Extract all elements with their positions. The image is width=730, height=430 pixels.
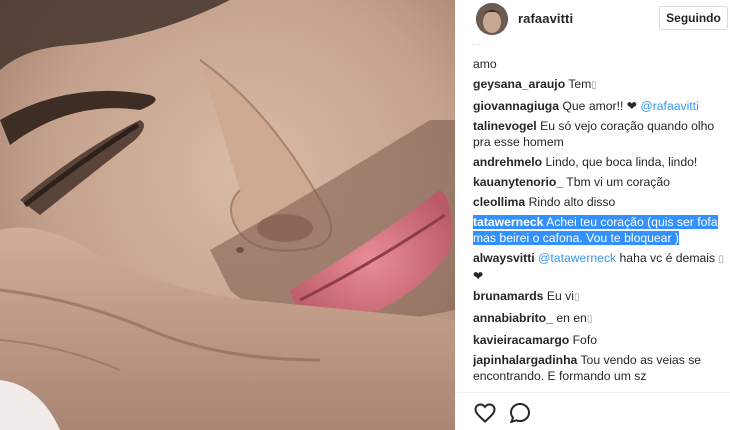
mention-link[interactable]: @tatawerneck — [538, 251, 616, 265]
comment-username[interactable]: japinhalargadinha — [473, 353, 577, 367]
comment-content: giovannagiuga Que amor!! ❤ @rafaavitti — [473, 99, 699, 113]
comment-content: talinevogel Eu só vejo coração quando ol… — [473, 119, 714, 149]
comment-item: kauanytenorio_ Tbm vi um coração — [473, 174, 728, 190]
missing-glyph-icon: ▯ — [718, 254, 724, 265]
comment-content: kauanytenorio_ Tbm vi um coração — [473, 175, 670, 189]
comment-text: Tem — [568, 77, 592, 91]
comment-username[interactable]: andrehmelo — [473, 155, 542, 169]
comment-item: kavieiracamargo Fofo — [473, 332, 728, 348]
mention-link[interactable]: @rafaavitti — [640, 99, 698, 113]
comment-item: alwaysvitti @tatawerneck haha vc é demai… — [473, 250, 728, 284]
comment-text: amo — [473, 57, 497, 71]
heart-icon-graphic — [474, 403, 496, 423]
avatar[interactable] — [476, 3, 508, 35]
heart-icon[interactable] — [473, 401, 497, 425]
comment-item: giovannagiuga Que amor!! ❤ @rafaavitti — [473, 98, 728, 114]
missing-glyph-icon: ▯ — [591, 80, 597, 91]
comment-content: kavieiracamargo Fofo — [473, 333, 597, 347]
comment-text: Fofo — [572, 333, 597, 347]
comment-text: haha vc é demais — [616, 251, 719, 265]
comment-content: amo — [473, 57, 497, 71]
comment-item: annabiabrito_ en en▯ — [473, 310, 728, 328]
comment-item: talinevogel Eu só vejo coração quando ol… — [473, 118, 728, 150]
comment-item: brunamards Eu vi▯ — [473, 288, 728, 306]
comment-username[interactable]: kavieiracamargo — [473, 333, 569, 347]
following-button[interactable]: Seguindo — [659, 6, 728, 30]
post-side-panel: rafaavitti Seguindo ᵢ ᵢ amo geysana_arauj… — [455, 0, 730, 430]
comment-icon-graphic — [509, 402, 531, 424]
comment-text: Eu vi — [546, 289, 574, 303]
comment-text: Tbm vi um coração — [566, 175, 670, 189]
missing-glyph-icon: ▯ — [573, 292, 580, 303]
post-photo[interactable] — [0, 0, 455, 430]
comment-item: japinhalargadinha Tou vendo as veias se … — [473, 352, 728, 384]
face-photo-image — [0, 0, 455, 430]
comment-content: brunamards Eu vi▯ — [473, 289, 579, 303]
comment-content: geysana_araujo Tem▯ — [473, 77, 597, 91]
comment-content: alwaysvitti @tatawerneck haha vc é demai… — [473, 251, 724, 283]
heart-emoji: ❤ — [473, 269, 484, 283]
instagram-post: rafaavitti Seguindo ᵢ ᵢ amo geysana_arauj… — [0, 0, 730, 430]
comment-text: Rindo alto disso — [528, 195, 616, 209]
comment-content: japinhalargadinha Tou vendo as veias se … — [473, 353, 701, 383]
comment-content: cleollima Rindo alto disso — [473, 195, 615, 209]
comment-item: tatawerneck Achei teu coração (quis ser … — [473, 214, 728, 246]
comment-text: Que amor!! ❤ — [562, 99, 641, 113]
missing-glyph-icon: ▯ — [586, 314, 593, 325]
post-header: rafaavitti Seguindo — [455, 0, 730, 42]
comment-icon[interactable] — [508, 401, 532, 425]
avatar-image — [476, 3, 508, 35]
comment-username[interactable]: cleollima — [473, 195, 525, 209]
comment-list: ᵢ ᵢ amogeysana_araujo Tem▯giovannagiuga … — [473, 42, 728, 388]
comment-username[interactable]: annabiabrito_ — [473, 311, 553, 325]
comment-text: en en — [556, 311, 587, 325]
action-bar — [455, 392, 730, 430]
comment-item: cleollima Rindo alto disso — [473, 194, 728, 210]
comment-username[interactable]: kauanytenorio_ — [473, 175, 563, 189]
comment-username[interactable]: brunamards — [473, 289, 543, 303]
comment-text: Lindo, que boca linda, lindo! — [545, 155, 698, 169]
comment-item: andrehmelo Lindo, que boca linda, lindo! — [473, 154, 728, 170]
comment-content: annabiabrito_ en en▯ — [473, 311, 592, 325]
comment-item: geysana_araujo Tem▯ — [473, 76, 728, 94]
comment-item: amo — [473, 56, 728, 72]
comment-username[interactable]: alwaysvitti — [473, 251, 535, 265]
comment-username[interactable]: giovannagiuga — [473, 99, 559, 113]
comment-username[interactable]: geysana_araujo — [473, 77, 565, 91]
comment-content: andrehmelo Lindo, que boca linda, lindo! — [473, 155, 697, 169]
cut-off-comment: ᵢ ᵢ — [473, 42, 728, 45]
username-link[interactable]: rafaavitti — [518, 11, 573, 26]
comment-username[interactable]: tatawerneck — [473, 215, 543, 229]
comment-username[interactable]: talinevogel — [473, 119, 537, 133]
selected-comment-text: tatawerneck Achei teu coração (quis ser … — [473, 215, 718, 245]
